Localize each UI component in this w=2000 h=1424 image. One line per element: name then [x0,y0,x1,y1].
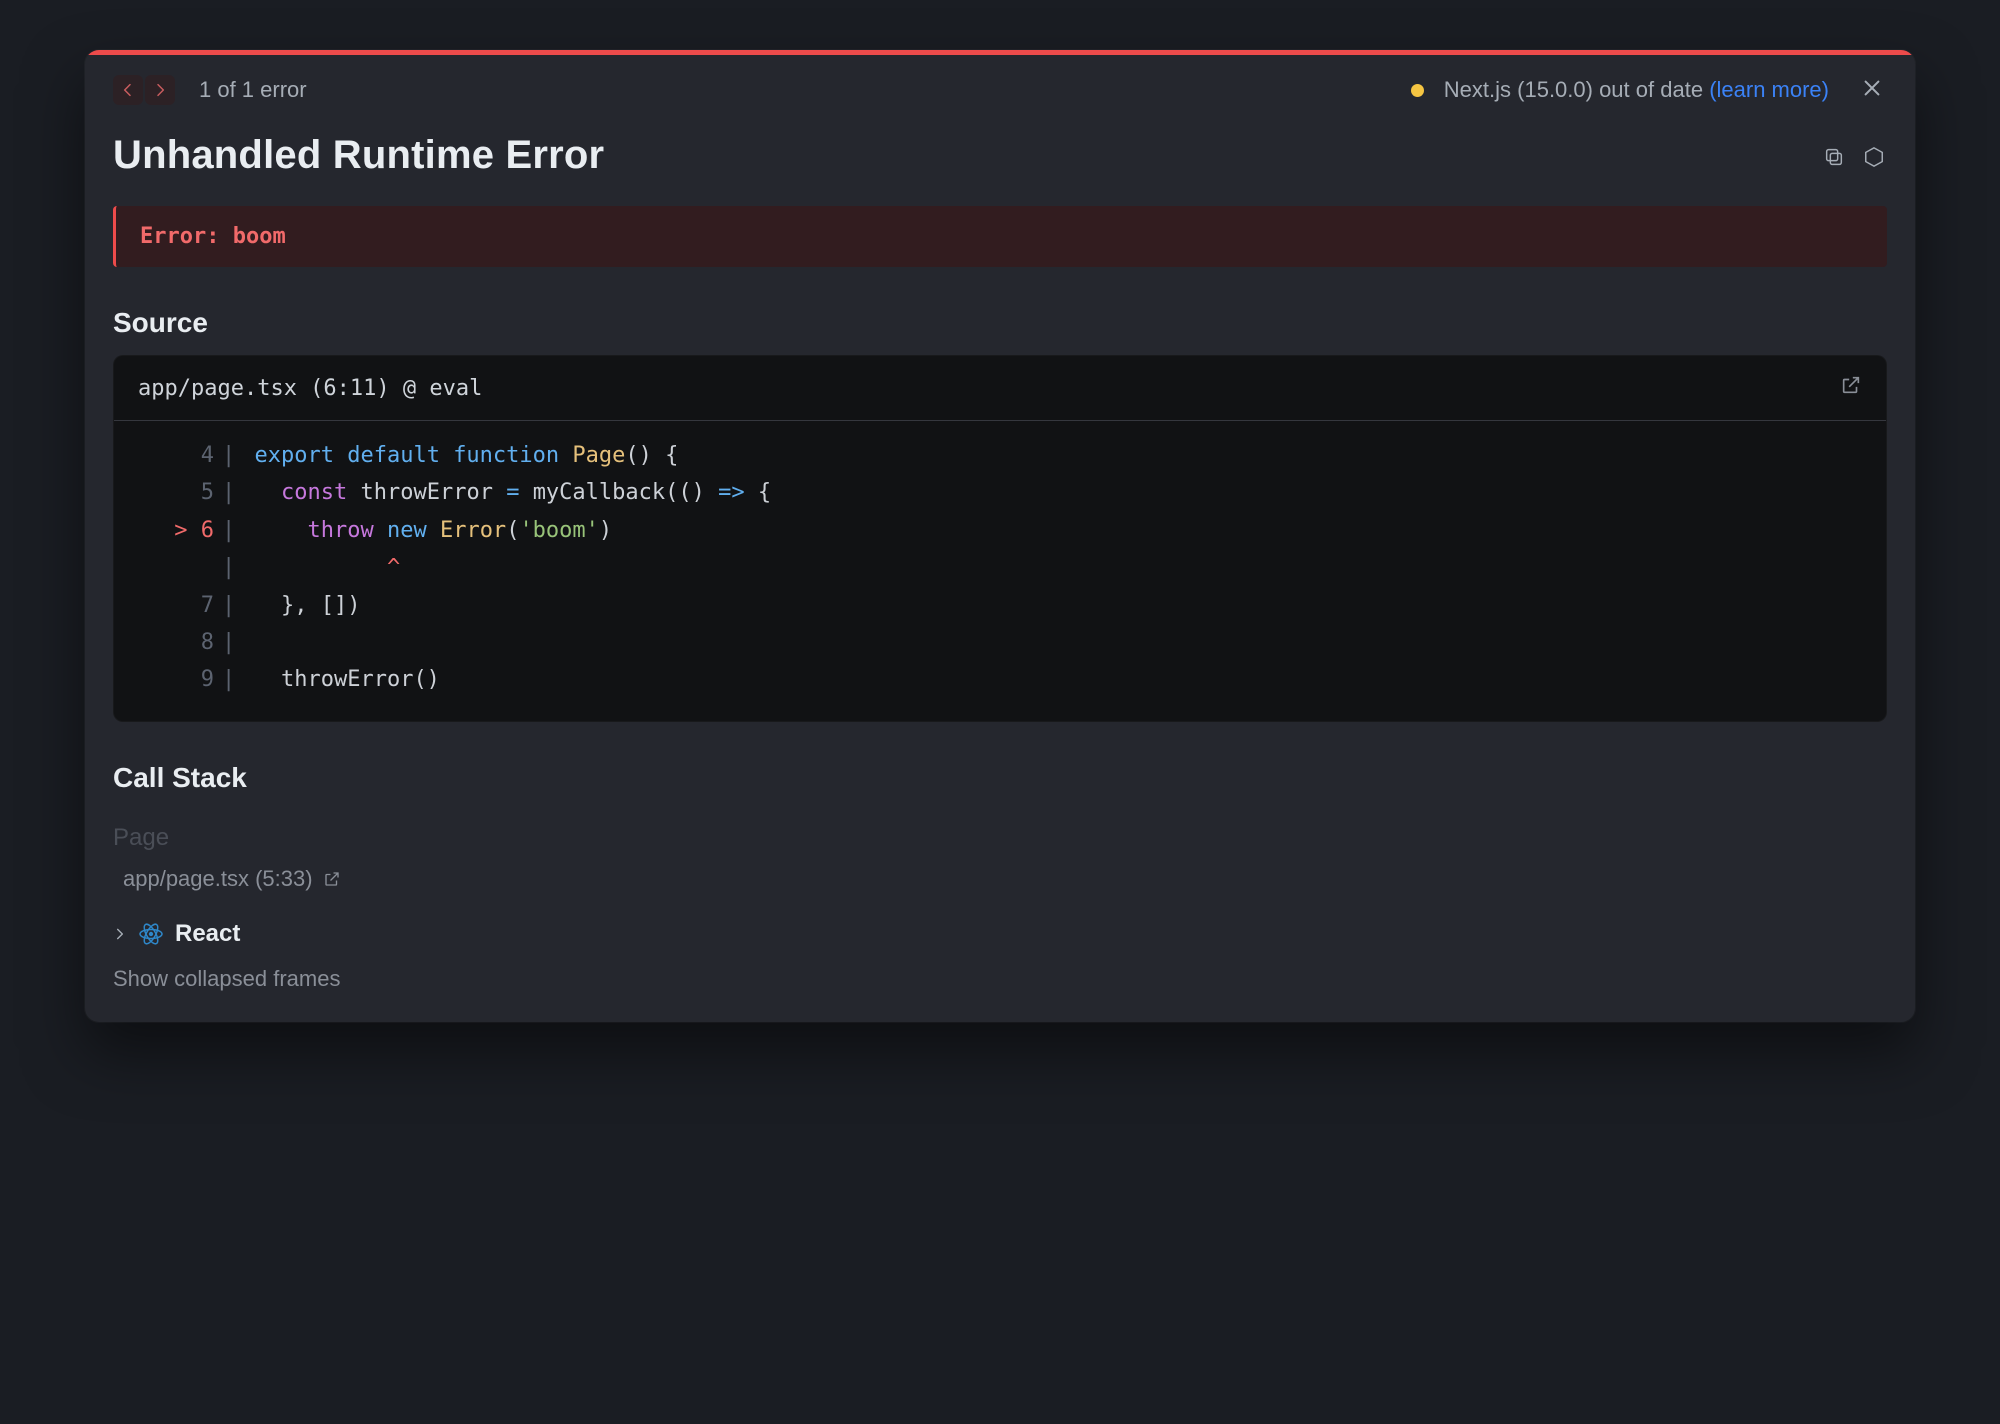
callstack-heading: Call Stack [113,762,1887,794]
code-gutter: 7 [120,587,220,624]
title-action-group [1821,144,1887,170]
close-icon [1861,77,1883,99]
code-gutter-pipe: | [220,661,255,698]
learn-more-link[interactable]: (learn more) [1709,77,1829,102]
code-gutter-pipe: | [220,512,255,549]
code-line: 5| const throwError = myCallback(() => { [120,474,1880,511]
chevron-right-icon [113,921,127,947]
copy-button[interactable] [1821,144,1847,170]
code-content: ^ [255,549,401,586]
source-code-body: 4| export default function Page() { 5| c… [114,421,1886,721]
arrow-right-icon [152,82,168,98]
react-logo-icon [139,922,163,946]
code-gutter-pipe: | [220,587,255,624]
version-status-text: Next.js (15.0.0) out of date (learn more… [1444,77,1829,103]
stack-frame-location-text: app/page.tsx (5:33) [123,866,313,892]
code-gutter: > 6 [120,512,220,549]
stack-frame: Page app/page.tsx (5:33) [113,810,1887,892]
error-counter: 1 of 1 error [199,77,307,103]
error-overlay-panel: 1 of 1 error Next.js (15.0.0) out of dat… [85,50,1915,1022]
hexagon-icon [1863,146,1885,168]
close-button[interactable] [1857,73,1887,107]
react-frames-label: React [175,920,240,948]
react-frames-toggle[interactable]: React [113,920,1887,948]
nodejs-button[interactable] [1861,144,1887,170]
stack-frame-location[interactable]: app/page.tsx (5:33) [113,866,1887,892]
source-location-text: app/page.tsx (6:11) @ eval [138,376,482,401]
code-content: const throwError = myCallback(() => { [255,474,772,511]
code-gutter-pipe: | [220,624,255,661]
code-content: export default function Page() { [255,437,679,474]
open-in-editor-button[interactable] [1840,374,1862,402]
prev-error-button[interactable] [113,75,143,105]
code-gutter-pipe: | [220,474,255,511]
overlay-header-row: Unhandled Runtime Error [85,107,1915,192]
code-gutter-pipe: | [220,549,255,586]
overlay-topbar: 1 of 1 error Next.js (15.0.0) out of dat… [85,55,1915,107]
stack-frame-function: Page [113,824,1887,852]
error-message-banner: Error: boom [113,206,1887,267]
code-gutter: 4 [120,437,220,474]
source-heading: Source [113,307,1887,339]
code-gutter [120,549,220,586]
code-content: throw new Error('boom') [255,512,613,549]
source-code-card: app/page.tsx (6:11) @ eval 4| export def… [113,355,1887,722]
error-title: Unhandled Runtime Error [113,133,604,178]
code-line: 7| }, []) [120,587,1880,624]
external-link-icon [323,870,341,888]
code-gutter-pipe: | [220,437,255,474]
code-line: 9| throwError() [120,661,1880,698]
source-location-header: app/page.tsx (6:11) @ eval [114,356,1886,421]
code-line: | ^ [120,549,1880,586]
next-error-button[interactable] [145,75,175,105]
show-collapsed-frames-link[interactable]: Show collapsed frames [113,966,1887,992]
error-nav-group: 1 of 1 error [113,75,307,105]
code-line: > 6| throw new Error('boom') [120,512,1880,549]
code-gutter: 9 [120,661,220,698]
code-line: 8| [120,624,1880,661]
code-content: throwError() [255,661,440,698]
status-dot-icon [1411,84,1424,97]
version-text: Next.js (15.0.0) out of date [1444,77,1703,102]
code-gutter: 5 [120,474,220,511]
overlay-status-group: Next.js (15.0.0) out of date (learn more… [1411,73,1887,107]
code-line: 4| export default function Page() { [120,437,1880,474]
code-content: }, []) [255,587,361,624]
copy-icon [1823,146,1845,168]
code-gutter: 8 [120,624,220,661]
arrow-left-icon [120,82,136,98]
external-link-icon [1840,374,1862,396]
